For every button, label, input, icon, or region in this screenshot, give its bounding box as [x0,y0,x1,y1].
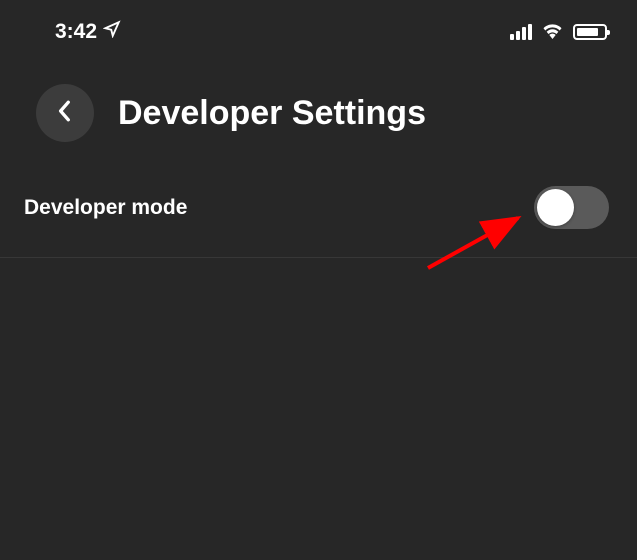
toggle-knob [537,189,574,226]
status-icons [510,21,607,44]
location-arrow-icon [103,20,121,44]
status-time: 3:42 [55,20,121,44]
page-title: Developer Settings [118,94,426,133]
developer-mode-toggle[interactable] [534,186,609,229]
setting-row-developer-mode: Developer mode [0,160,637,258]
chevron-left-icon [58,100,72,127]
clock-time: 3:42 [55,20,97,44]
back-button[interactable] [36,84,94,142]
battery-icon [573,24,607,40]
header: Developer Settings [0,56,637,160]
wifi-icon [541,21,564,44]
setting-label: Developer mode [24,196,187,220]
status-bar: 3:42 [0,0,637,56]
cellular-signal-icon [510,24,532,40]
